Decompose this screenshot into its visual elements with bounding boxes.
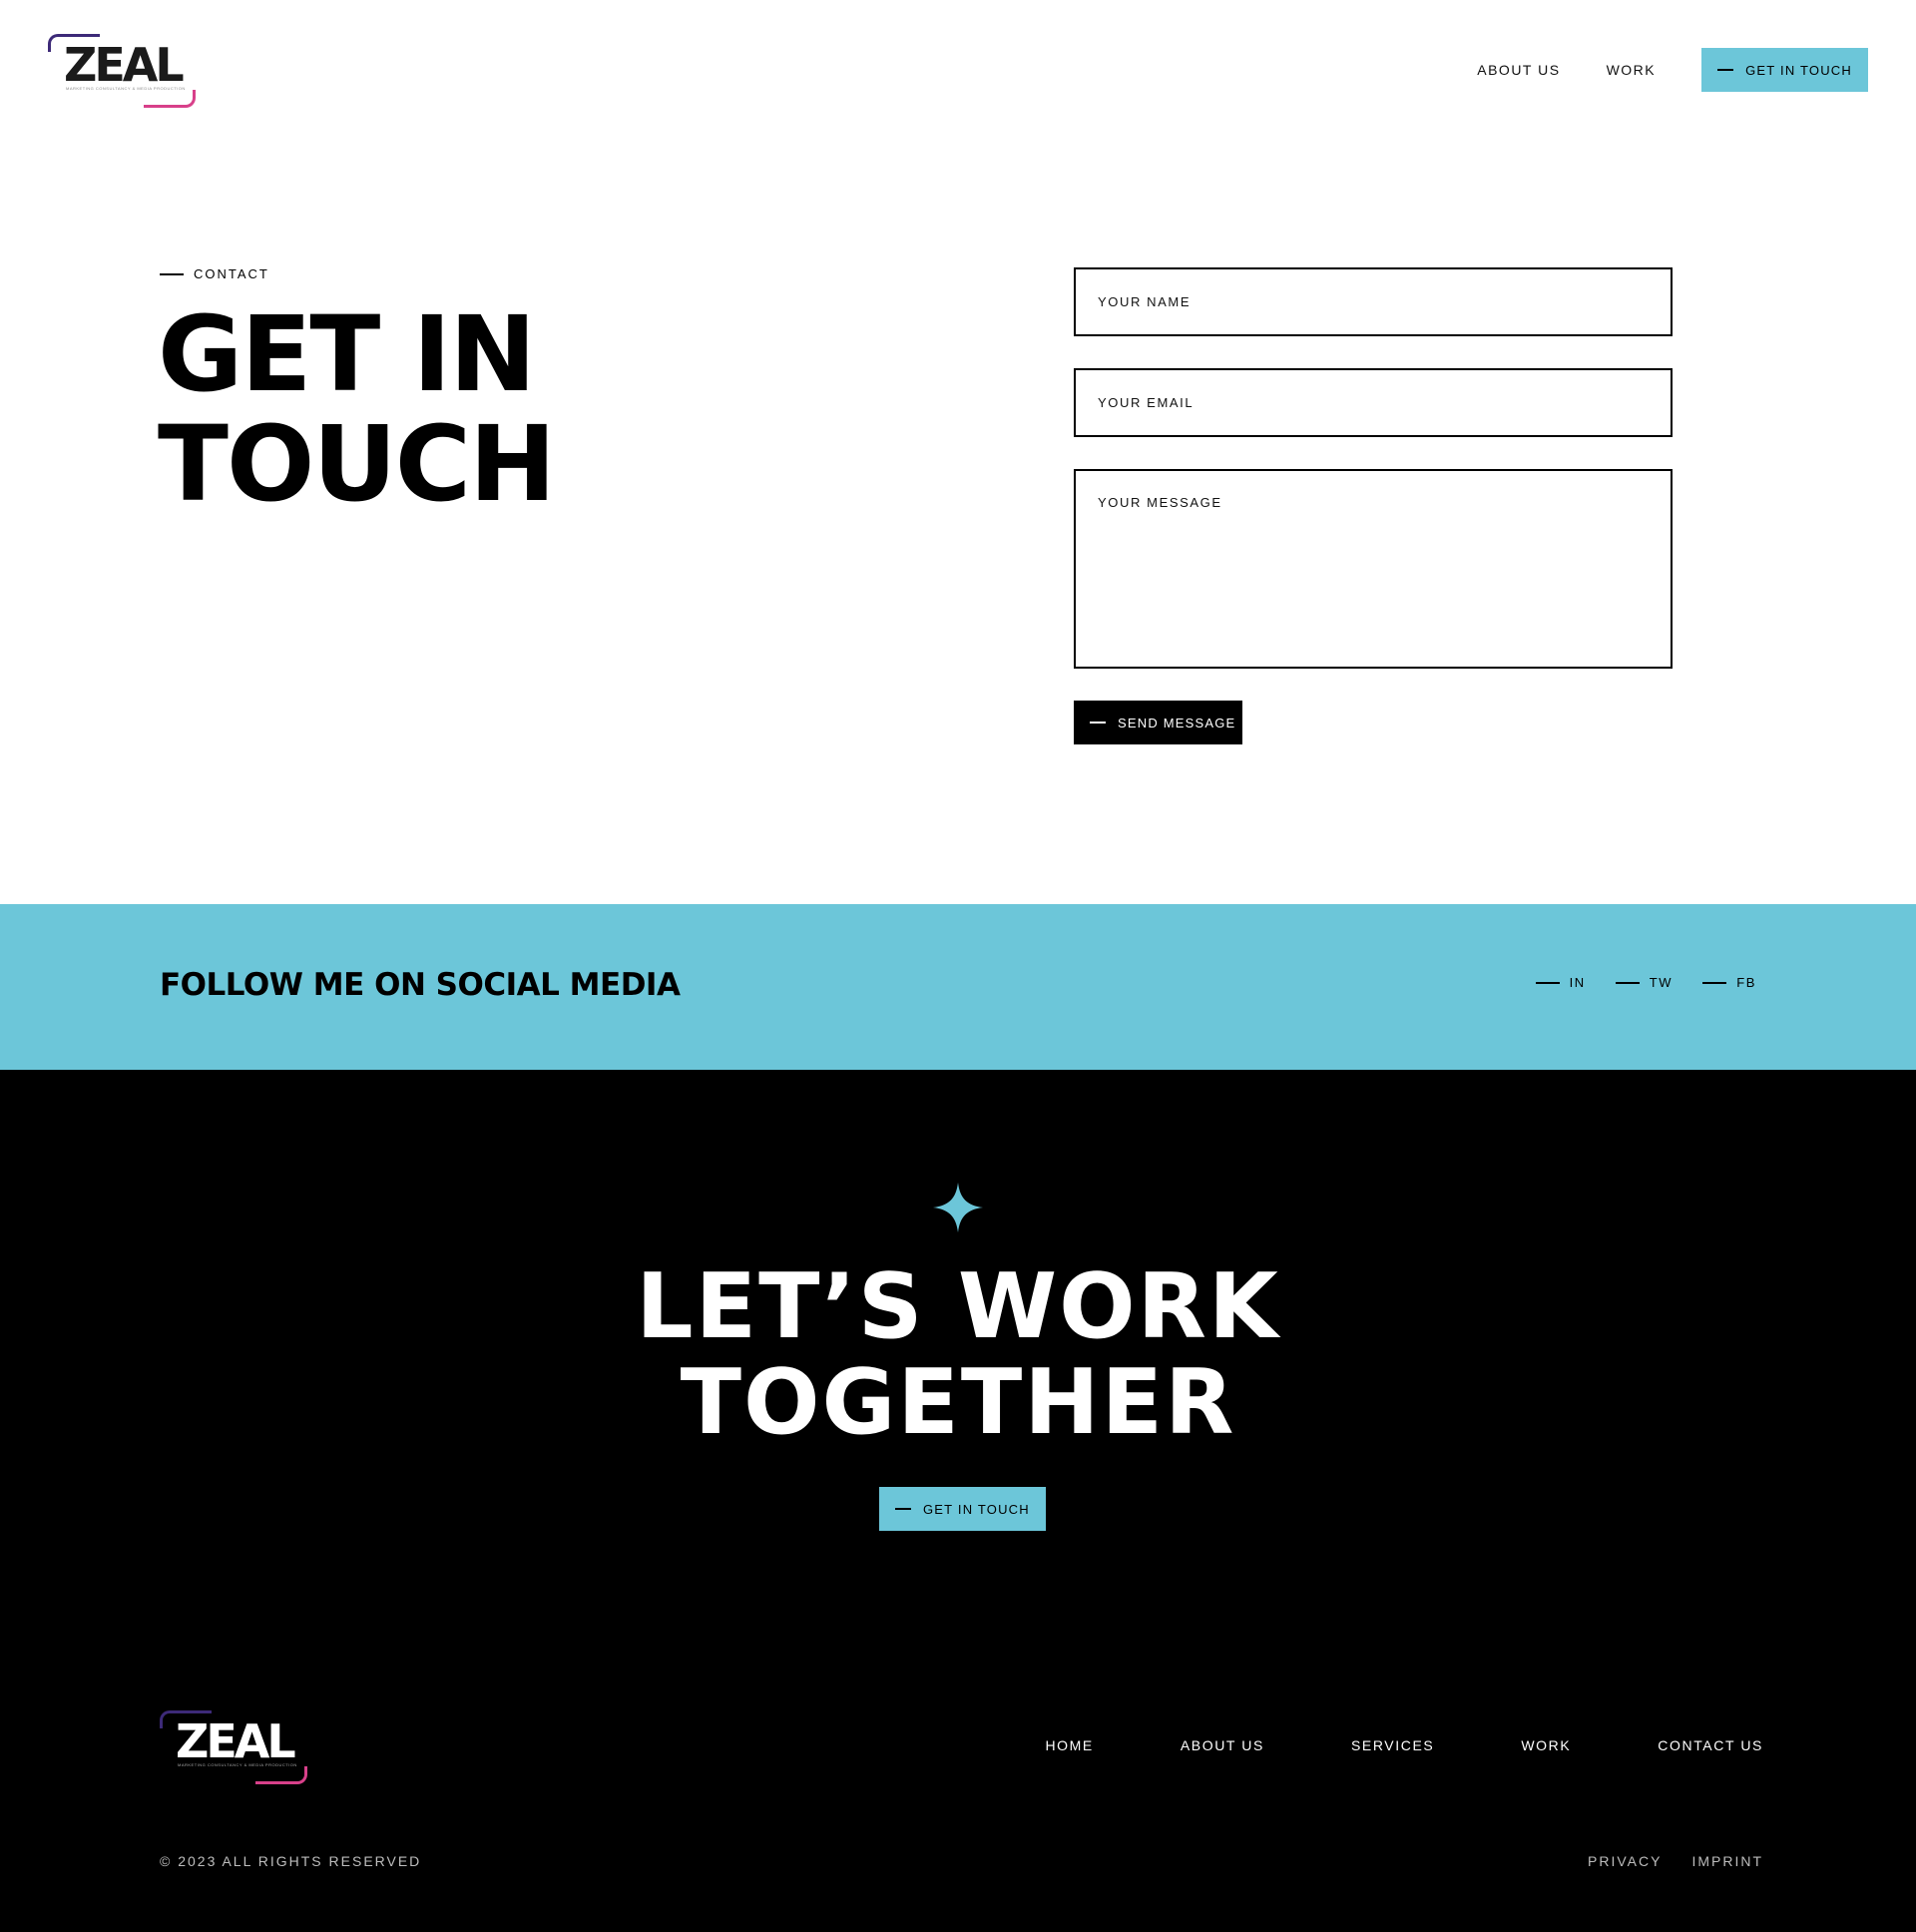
cta-button-label: GET IN TOUCH (923, 1501, 1030, 1517)
cta-title-line-1: LET’S WORK (636, 1254, 1280, 1359)
logo-wordmark: ZEAL (64, 38, 185, 92)
logo-bracket-bottom (144, 90, 196, 108)
nav-about-us[interactable]: ABOUT US (1477, 62, 1560, 78)
copyright: © 2023 ALL RIGHTS RESERVED (160, 1853, 422, 1869)
page-title: GET IN TOUCH (158, 299, 556, 519)
dash-icon (160, 272, 184, 275)
header-get-in-touch-button[interactable]: GET IN TOUCH (1701, 48, 1868, 92)
footer-nav-work[interactable]: WORK (1521, 1737, 1571, 1753)
social-link-twitter[interactable]: TW (1615, 975, 1674, 990)
cta-title: LET’S WORK TOGETHER (0, 1259, 1916, 1451)
dash-icon (895, 1508, 911, 1510)
dash-icon (1702, 981, 1727, 984)
dash-icon (1090, 722, 1106, 724)
header-cta-label: GET IN TOUCH (1745, 62, 1852, 78)
send-message-button[interactable]: SEND MESSAGE (1074, 701, 1242, 744)
footer-nav-services[interactable]: SERVICES (1351, 1737, 1434, 1753)
send-message-label: SEND MESSAGE (1118, 715, 1236, 730)
sparkle-icon (933, 1183, 983, 1232)
cta-get-in-touch-button[interactable]: GET IN TOUCH (879, 1487, 1046, 1531)
email-field[interactable] (1074, 368, 1673, 437)
footer-logo[interactable]: ZEAL MARKETING CONSULTANCY & MEDIA PRODU… (160, 1710, 307, 1784)
social-title: FOLLOW ME ON SOCIAL MEDIA (160, 967, 681, 1003)
logo[interactable]: ZEAL MARKETING CONSULTANCY & MEDIA PRODU… (48, 34, 196, 108)
footer-section: LET’S WORK TOGETHER GET IN TOUCH ZEAL MA… (0, 1070, 1916, 1932)
main-nav: ABOUT US WORK GET IN TOUCH (1477, 48, 1868, 92)
logo-bracket-bottom (255, 1766, 307, 1784)
message-field[interactable] (1074, 469, 1673, 669)
privacy-link[interactable]: PRIVACY (1588, 1853, 1662, 1869)
social-link-label: TW (1649, 975, 1674, 990)
contact-eyebrow: CONTACT (160, 266, 269, 281)
nav-work[interactable]: WORK (1607, 62, 1657, 78)
social-link-label: FB (1736, 975, 1756, 990)
dash-icon (1535, 981, 1560, 984)
social-link-instagram[interactable]: IN (1535, 975, 1586, 990)
social-link-label: IN (1569, 975, 1586, 990)
imprint-link[interactable]: IMPRINT (1691, 1853, 1763, 1869)
site-header: ZEAL MARKETING CONSULTANCY & MEDIA PRODU… (0, 0, 1916, 140)
name-field[interactable] (1074, 267, 1673, 336)
footer-nav-about-us[interactable]: ABOUT US (1181, 1737, 1264, 1753)
social-links: IN TW FB (1506, 975, 1756, 990)
logo-wordmark: ZEAL (176, 1714, 296, 1768)
cta-title-line-2: TOGETHER (680, 1350, 1236, 1455)
contact-eyebrow-label: CONTACT (194, 266, 269, 281)
footer-nav-contact-us[interactable]: CONTACT US (1658, 1737, 1763, 1753)
dash-icon (1717, 69, 1734, 71)
legal-links: PRIVACY IMPRINT (1558, 1853, 1763, 1869)
social-band: FOLLOW ME ON SOCIAL MEDIA IN TW FB (0, 904, 1916, 1070)
social-link-facebook[interactable]: FB (1702, 975, 1756, 990)
page-title-line-2: TOUCH (158, 403, 556, 525)
page-title-line-1: GET IN (158, 293, 536, 415)
footer-nav-home[interactable]: HOME (1045, 1737, 1093, 1753)
dash-icon (1615, 981, 1640, 984)
footer-nav: HOME ABOUT US SERVICES WORK CONTACT US (958, 1737, 1763, 1753)
